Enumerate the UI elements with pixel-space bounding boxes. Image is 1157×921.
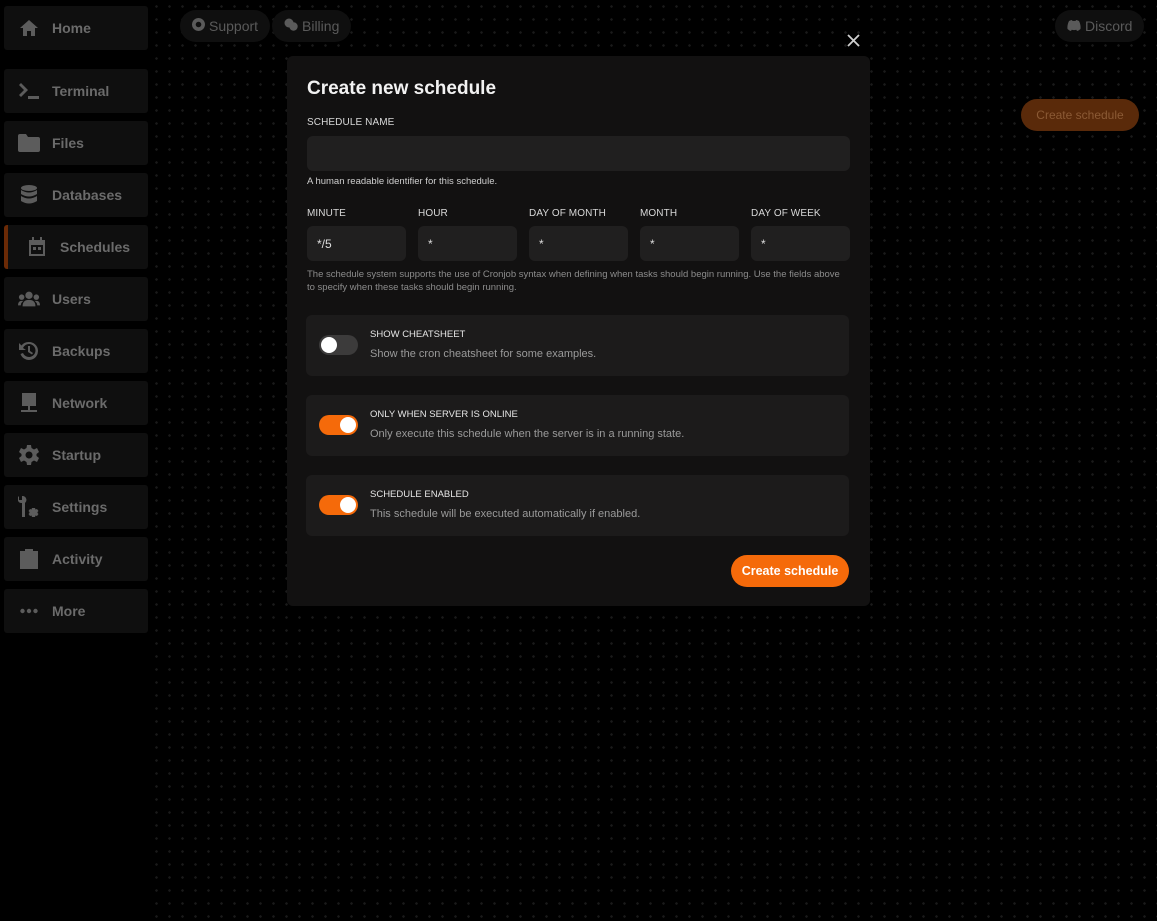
hour-label: HOUR	[418, 208, 448, 219]
home-icon	[18, 17, 40, 39]
option-show-cheatsheet: SHOW CHEATSHEET Show the cron cheatsheet…	[306, 315, 849, 376]
schedule-name-label: SCHEDULE NAME	[307, 117, 395, 128]
database-icon	[18, 184, 40, 206]
sidebar-item-label: Settings	[52, 499, 108, 515]
discord-link[interactable]: Discord	[1055, 10, 1145, 42]
sidebar-item-activity[interactable]: Activity	[4, 537, 148, 581]
sidebar-item-label: Network	[52, 395, 108, 411]
cron-hour: HOUR	[418, 208, 517, 261]
sidebar-item-label: Schedules	[60, 239, 131, 255]
sidebar-item-databases[interactable]: Databases	[4, 173, 148, 217]
activity-icon	[18, 548, 40, 570]
sidebar-item-label: Terminal	[52, 83, 110, 99]
backup-icon	[18, 340, 40, 362]
schedule-name-input[interactable]	[307, 136, 850, 171]
minute-input[interactable]	[307, 226, 406, 261]
sidebar-item-network[interactable]: Network	[4, 381, 148, 425]
discord-icon	[1067, 18, 1081, 34]
sidebar-item-startup[interactable]: Startup	[4, 433, 148, 477]
day-of-week-input[interactable]	[751, 226, 850, 261]
more-icon	[18, 600, 40, 622]
day-of-month-label: DAY OF MONTH	[529, 208, 606, 219]
day-of-month-input[interactable]	[529, 226, 628, 261]
minute-label: MINUTE	[307, 208, 346, 219]
toggle-knob	[340, 497, 356, 513]
create-schedule-button-background[interactable]: Create schedule	[1021, 99, 1139, 131]
month-label: MONTH	[640, 208, 678, 219]
cron-fields: MINUTE HOUR DAY OF MONTH MONTH DAY OF WE…	[307, 208, 850, 261]
sidebar-item-label: Files	[52, 135, 84, 151]
option-title: SHOW CHEATSHEET	[370, 329, 466, 340]
hour-input[interactable]	[418, 226, 517, 261]
sidebar-item-terminal[interactable]: Terminal	[4, 69, 148, 113]
option-description: Only execute this schedule when the serv…	[370, 428, 685, 440]
cron-day-of-month: DAY OF MONTH	[529, 208, 628, 261]
day-of-week-label: DAY OF WEEK	[751, 208, 821, 219]
support-link[interactable]: Support	[180, 10, 271, 42]
coins-icon	[284, 18, 298, 34]
gear-icon	[18, 444, 40, 466]
sidebar-item-settings[interactable]: Settings	[4, 485, 148, 529]
month-input[interactable]	[640, 226, 739, 261]
billing-link[interactable]: Billing	[272, 10, 352, 42]
only-when-online-toggle[interactable]	[319, 415, 358, 435]
terminal-icon	[18, 80, 40, 102]
sidebar-item-label: More	[52, 603, 86, 619]
option-description: Show the cron cheatsheet for some exampl…	[370, 348, 597, 360]
toggle-knob	[321, 337, 337, 353]
sidebar-item-label: Users	[52, 291, 91, 307]
discord-label: Discord	[1085, 18, 1133, 34]
option-title: SCHEDULE ENABLED	[370, 489, 469, 500]
create-schedule-modal: Create new schedule SCHEDULE NAME A huma…	[287, 56, 870, 606]
sidebar-item-more[interactable]: More	[4, 589, 148, 633]
network-icon	[18, 392, 40, 414]
sidebar-item-home[interactable]: Home	[4, 6, 148, 50]
calendar-icon	[26, 236, 48, 258]
users-icon	[18, 288, 40, 310]
sidebar-item-files[interactable]: Files	[4, 121, 148, 165]
close-icon[interactable]	[843, 30, 863, 50]
sidebar-item-backups[interactable]: Backups	[4, 329, 148, 373]
schedule-name-help: A human readable identifier for this sch…	[307, 176, 498, 187]
lifebuoy-icon	[191, 18, 205, 34]
create-schedule-button[interactable]: Create schedule	[731, 555, 849, 587]
cron-minute: MINUTE	[307, 208, 406, 261]
settings-icon	[18, 496, 40, 518]
sidebar-item-schedules[interactable]: Schedules	[4, 225, 148, 269]
billing-label: Billing	[302, 18, 340, 34]
cron-month: MONTH	[640, 208, 739, 261]
support-label: Support	[209, 18, 259, 34]
cron-day-of-week: DAY OF WEEK	[751, 208, 850, 261]
sidebar-item-label: Activity	[52, 551, 103, 567]
option-description: This schedule will be executed automatic…	[370, 508, 641, 520]
modal-title: Create new schedule	[307, 78, 497, 99]
sidebar-item-label: Backups	[52, 343, 111, 359]
show-cheatsheet-toggle[interactable]	[319, 335, 358, 355]
sidebar-item-label: Startup	[52, 447, 101, 463]
sidebar-item-label: Home	[52, 20, 91, 36]
folder-icon	[18, 132, 40, 154]
sidebar-item-users[interactable]: Users	[4, 277, 148, 321]
option-title: ONLY WHEN SERVER IS ONLINE	[370, 409, 518, 420]
option-schedule-enabled: SCHEDULE ENABLED This schedule will be e…	[306, 475, 849, 536]
cron-help: The schedule system supports the use of …	[307, 269, 840, 293]
toggle-knob	[340, 417, 356, 433]
schedule-enabled-toggle[interactable]	[319, 495, 358, 515]
option-only-when-online: ONLY WHEN SERVER IS ONLINE Only execute …	[306, 395, 849, 456]
sidebar-item-label: Databases	[52, 187, 123, 203]
